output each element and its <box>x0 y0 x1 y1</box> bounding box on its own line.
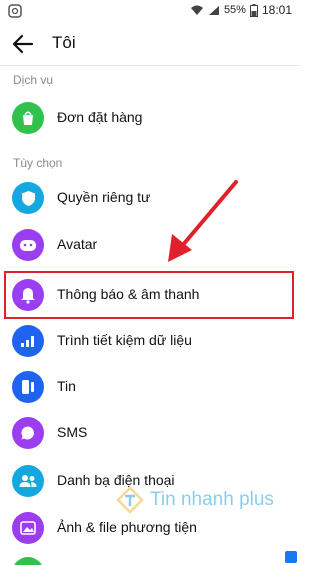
corner-badge-icon <box>285 551 297 563</box>
menu-item-label: Ảnh & file phương tiện <box>57 519 197 535</box>
menu-item-avatar[interactable]: Avatar <box>0 222 300 268</box>
back-arrow-icon[interactable] <box>12 34 34 54</box>
wifi-icon <box>190 5 203 15</box>
highlight-box <box>4 271 294 319</box>
menu-item-sms[interactable]: SMS <box>0 410 300 456</box>
menu-item-label: Đơn đặt hàng <box>57 109 143 125</box>
watermark-text: Tin nhanh plus <box>150 489 274 510</box>
cellular-signal-icon <box>208 5 219 15</box>
image-icon <box>12 512 44 544</box>
section-header-options: Tùy chọn <box>13 156 63 170</box>
menu-item-label: Quyền riêng tư <box>57 189 151 205</box>
menu-item-orders[interactable]: Đơn đặt hàng <box>0 95 300 141</box>
app-notification-icon <box>8 4 22 18</box>
clock: 18:01 <box>261 3 292 17</box>
watermark-logo-icon <box>116 486 144 514</box>
signal-icon <box>12 325 44 357</box>
page-title: Tôi <box>52 33 76 52</box>
menu-item-label: Trình tiết kiệm dữ liệu <box>57 332 192 348</box>
menu-item-label: Avatar <box>57 236 98 252</box>
stories-icon <box>12 371 44 403</box>
menu-item-data-saver[interactable]: Trình tiết kiệm dữ liệu <box>0 318 300 364</box>
battery-icon <box>249 3 258 17</box>
menu-item-stories[interactable]: Tin <box>0 364 300 410</box>
chat-bubble-icon <box>12 417 44 449</box>
shopping-bag-icon <box>12 102 44 134</box>
menu-item-label: SMS <box>57 424 88 440</box>
section-header-services: Dịch vụ <box>13 73 54 87</box>
next-item-icon-partial <box>12 557 44 565</box>
watermark: Tin nhanh plus <box>116 486 274 514</box>
menu-item-label: Tin <box>57 378 76 394</box>
shield-icon <box>12 182 44 214</box>
people-icon <box>12 465 44 497</box>
battery-percent: 55% <box>223 4 246 16</box>
status-bar: 55% 18:01 <box>0 0 300 22</box>
menu-item-privacy[interactable]: Quyền riêng tư <box>0 175 300 221</box>
red-arrow-annotation <box>168 180 238 262</box>
avatar-face-icon <box>12 229 44 261</box>
app-header: Tôi <box>0 22 300 66</box>
